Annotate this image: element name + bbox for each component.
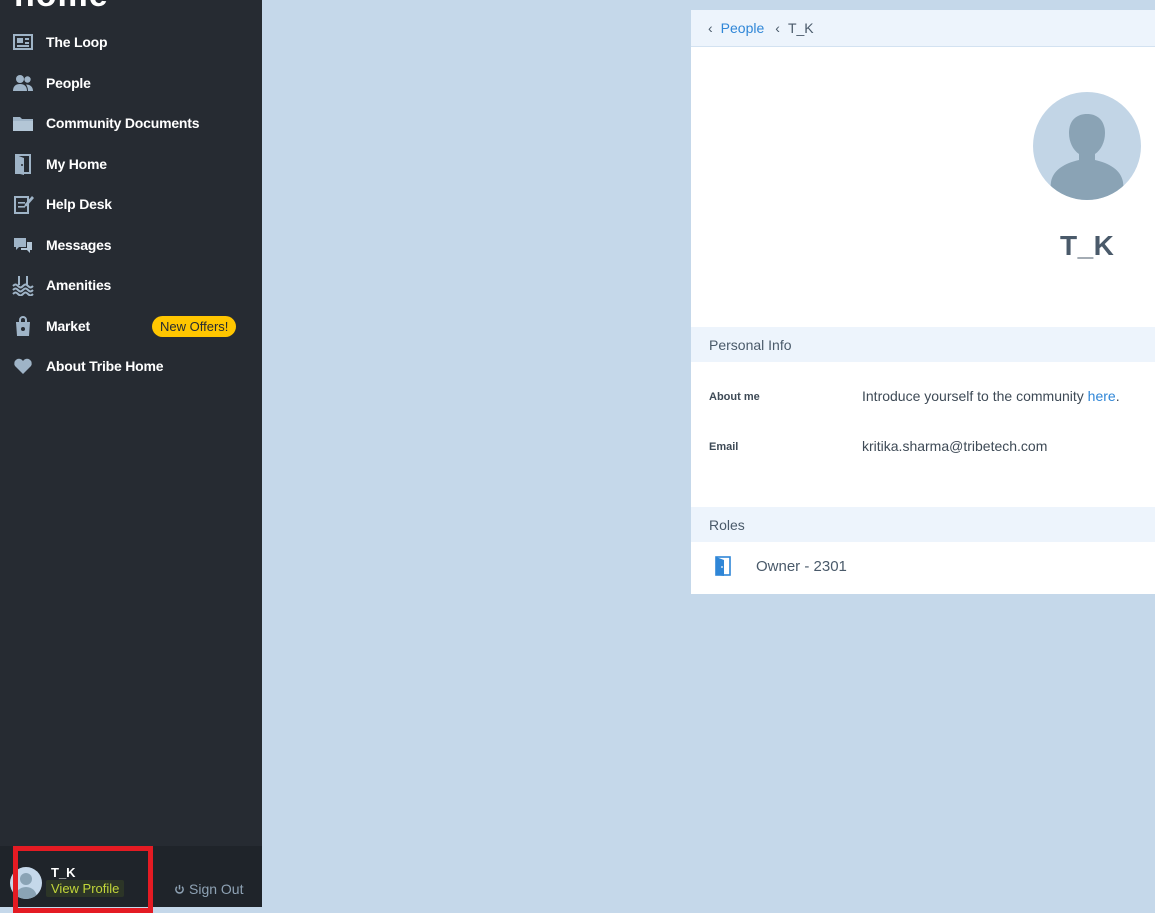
newspaper-icon [11,31,35,53]
profile-avatar[interactable] [1033,92,1141,200]
roles-header: Roles [691,507,1155,542]
sidebar-item-community-documents[interactable]: Community Documents [0,103,262,144]
brand-logo[interactable]: home [14,0,109,12]
shopping-bag-icon [11,315,35,337]
profile-card: ‹ People ‹ T_K T_K Personal Info About m… [691,10,1155,594]
sidebar-item-market[interactable]: Market New Offers! [0,306,262,347]
profile-name: T_K [1060,230,1115,261]
pool-waves-icon [11,274,35,297]
sign-out-button[interactable]: Sign Out [174,881,243,897]
power-icon [175,884,184,894]
role-row: Owner - 2301 [691,542,1155,592]
sidebar-item-label: Community Documents [46,115,200,132]
sidebar-item-label: Amenities [46,277,112,294]
people-icon [11,72,35,94]
sidebar-user-footer: T_K View Profile Sign Out [0,846,262,907]
sidebar-item-the-loop[interactable]: The Loop [0,22,262,63]
chevron-left-icon: ‹ [708,20,713,36]
sidebar-nav: The Loop People Community Documents My H… [0,22,262,387]
footer-user-name: T_K [51,865,76,880]
door-icon [715,556,731,576]
edit-document-icon [11,193,35,215]
heart-icon [11,355,35,377]
profile-header: T_K [691,47,1155,327]
about-me-here-link[interactable]: here [1088,388,1116,404]
door-icon [11,153,35,175]
sign-out-label: Sign Out [189,881,244,897]
sidebar-item-label: The Loop [46,34,108,51]
folder-icon [11,112,35,134]
about-me-value: Introduce yourself to the community here… [862,388,1120,404]
chat-bubbles-icon [11,234,35,256]
chevron-left-icon: ‹ [775,20,780,36]
avatar[interactable] [10,867,42,899]
sidebar-item-help-desk[interactable]: Help Desk [0,184,262,225]
sidebar-item-label: People [46,74,91,91]
role-label: Owner - 2301 [756,558,847,575]
user-silhouette-icon [1049,114,1125,200]
new-offers-badge[interactable]: New Offers! [152,315,237,337]
personal-info-section: About me Introduce yourself to the commu… [691,362,1155,507]
sidebar-item-label: Messages [46,236,112,253]
about-me-label: About me [709,391,760,403]
breadcrumb-current: T_K [787,20,814,36]
sidebar-item-about-tribe-home[interactable]: About Tribe Home [0,346,262,387]
sidebar-item-label: My Home [46,155,107,172]
sidebar-item-my-home[interactable]: My Home [0,144,262,185]
email-value: kritika.sharma@tribetech.com [862,438,1048,454]
about-me-suffix: . [1115,388,1120,404]
sidebar-item-messages[interactable]: Messages [0,225,262,266]
sidebar-item-label: Help Desk [46,196,112,213]
sidebar: home The Loop People Community Documents… [0,0,262,907]
breadcrumb-people-link[interactable]: People [721,20,765,36]
view-profile-link[interactable]: View Profile [46,880,125,897]
email-label: Email [709,441,739,453]
sidebar-item-people[interactable]: People [0,63,262,104]
sidebar-item-label: Market [46,317,90,334]
sidebar-item-amenities[interactable]: Amenities [0,265,262,306]
sidebar-item-label: About Tribe Home [46,358,164,375]
personal-info-header: Personal Info [691,327,1155,362]
about-me-text: Introduce yourself to the community [862,388,1088,404]
breadcrumb: ‹ People ‹ T_K [691,10,1155,47]
